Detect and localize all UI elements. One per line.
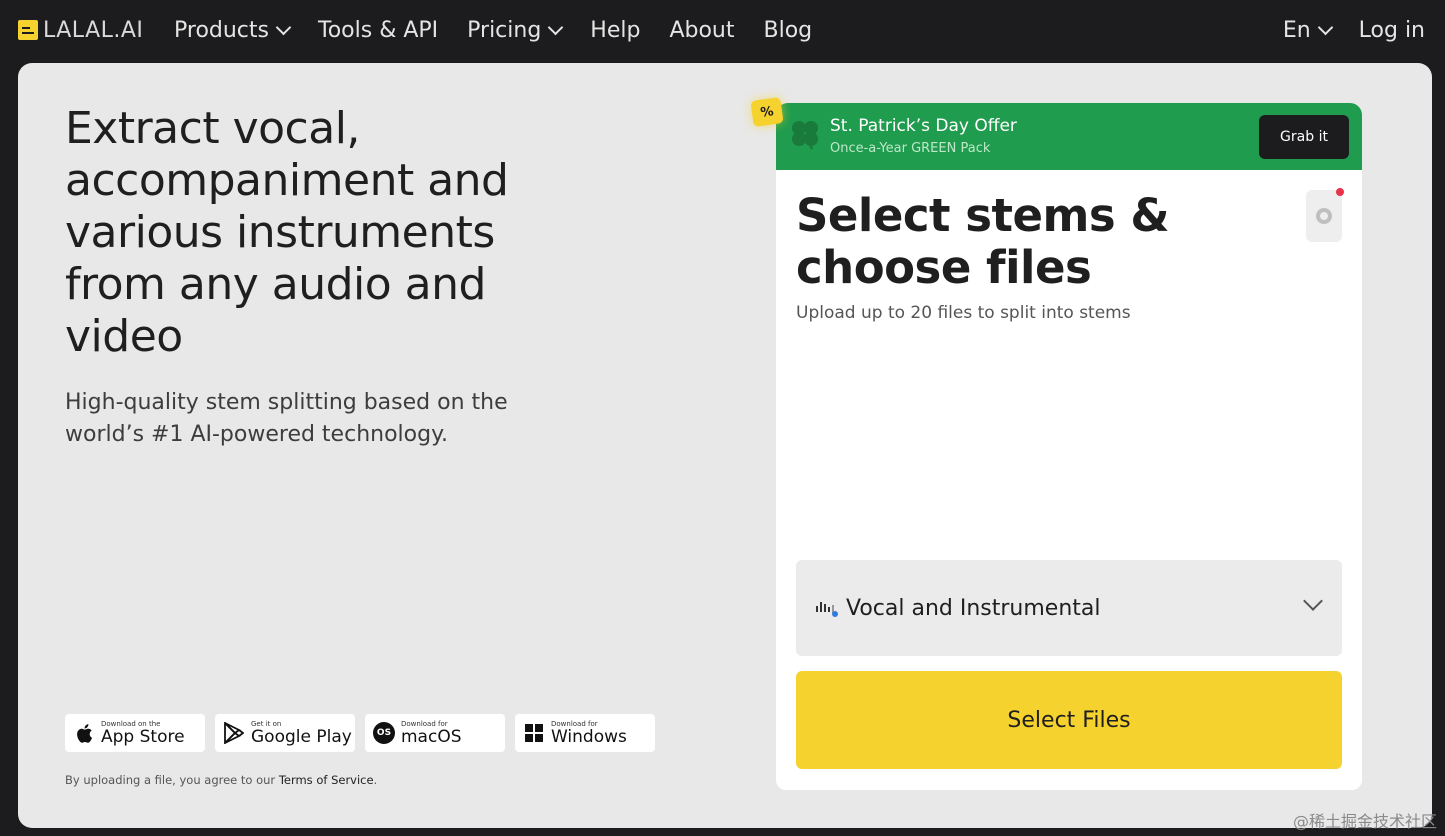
- nav-item-label: About: [669, 17, 735, 43]
- terms-suffix: .: [373, 773, 378, 787]
- terms-of-service-link[interactable]: Terms of Service: [279, 773, 374, 787]
- terms-notice: By uploading a file, you agree to our Te…: [65, 773, 377, 787]
- top-nav: LALAL.AI Products Tools & API Pricing He…: [0, 0, 1445, 62]
- nav-item-help[interactable]: Help: [590, 18, 640, 43]
- watermark: @稀土掘金技术社区: [1292, 812, 1437, 831]
- discount-tag: %: [750, 97, 784, 127]
- store-name: Google Play: [251, 726, 352, 747]
- nav-item-about[interactable]: About: [669, 18, 734, 43]
- main-card: Extract vocal, accompaniment and various…: [18, 63, 1432, 828]
- nav-item-products[interactable]: Products: [174, 17, 292, 43]
- windows-icon: [523, 722, 545, 744]
- store-name: App Store: [101, 726, 185, 747]
- macos-icon: OS: [373, 722, 395, 744]
- shamrock-icon: [792, 121, 818, 150]
- nav-item-tools-api[interactable]: Tools & API: [318, 18, 438, 43]
- nav-item-label: Blog: [763, 17, 813, 43]
- offer-subtitle: Once-a-Year GREEN Pack: [830, 141, 991, 156]
- google-play-badge[interactable]: Get it on Google Play: [215, 714, 355, 752]
- logo[interactable]: LALAL.AI: [18, 17, 144, 43]
- nav-item-label: Pricing: [467, 17, 542, 43]
- language-label: En: [1282, 17, 1311, 43]
- language-selector[interactable]: En: [1282, 17, 1333, 43]
- offer-title: St. Patrick’s Day Offer: [830, 116, 1017, 136]
- macos-badge[interactable]: OS Download for macOS: [365, 714, 505, 752]
- upload-subtitle: Upload up to 20 files to split into stem…: [796, 303, 1131, 323]
- logo-icon: [18, 20, 38, 40]
- nav-right: En Log in: [1283, 14, 1425, 46]
- stem-type-label: Vocal and Instrumental: [846, 595, 1101, 621]
- app-store-badge[interactable]: Download on the App Store: [65, 714, 205, 752]
- store-badges: Download on the App Store Get it on Goog…: [65, 714, 655, 752]
- hero-subline: High-quality stem splitting based on the…: [65, 390, 508, 447]
- logo-text: LALAL.AI: [43, 17, 144, 43]
- nav-item-label: Help: [590, 17, 641, 43]
- terms-prefix: By uploading a file, you agree to our: [65, 773, 279, 787]
- stem-type-select[interactable]: Vocal and Instrumental: [796, 560, 1342, 656]
- chevron-down-icon: [1317, 19, 1333, 35]
- login-label: Log in: [1358, 17, 1425, 43]
- nav-item-blog[interactable]: Blog: [764, 18, 813, 43]
- upload-panel: Select stems & choose files Upload up to…: [776, 170, 1362, 790]
- settings-button[interactable]: [1306, 190, 1342, 242]
- nav-item-pricing[interactable]: Pricing: [467, 17, 564, 43]
- chevron-down-icon: [1303, 591, 1323, 611]
- waveform-icon: [816, 602, 838, 617]
- select-files-button[interactable]: Select Files: [796, 671, 1342, 769]
- grab-it-button[interactable]: Grab it: [1259, 115, 1349, 159]
- login-link[interactable]: Log in: [1359, 18, 1425, 43]
- upload-title: Select stems & choose files: [796, 189, 1170, 294]
- notification-dot: [1336, 188, 1344, 196]
- windows-badge[interactable]: Download for Windows: [515, 714, 655, 752]
- store-name: Windows: [551, 726, 627, 747]
- nav-menu: Products Tools & API Pricing Help About …: [174, 14, 812, 46]
- chevron-down-icon: [548, 19, 564, 35]
- store-name: macOS: [401, 726, 462, 747]
- google-play-icon: [223, 722, 245, 744]
- hero-headline: Extract vocal, accompaniment and various…: [65, 103, 509, 362]
- nav-item-label: Tools & API: [318, 17, 439, 43]
- apple-icon: [73, 722, 95, 744]
- chevron-down-icon: [275, 19, 292, 35]
- gear-icon: [1316, 208, 1332, 224]
- nav-item-label: Products: [174, 17, 269, 43]
